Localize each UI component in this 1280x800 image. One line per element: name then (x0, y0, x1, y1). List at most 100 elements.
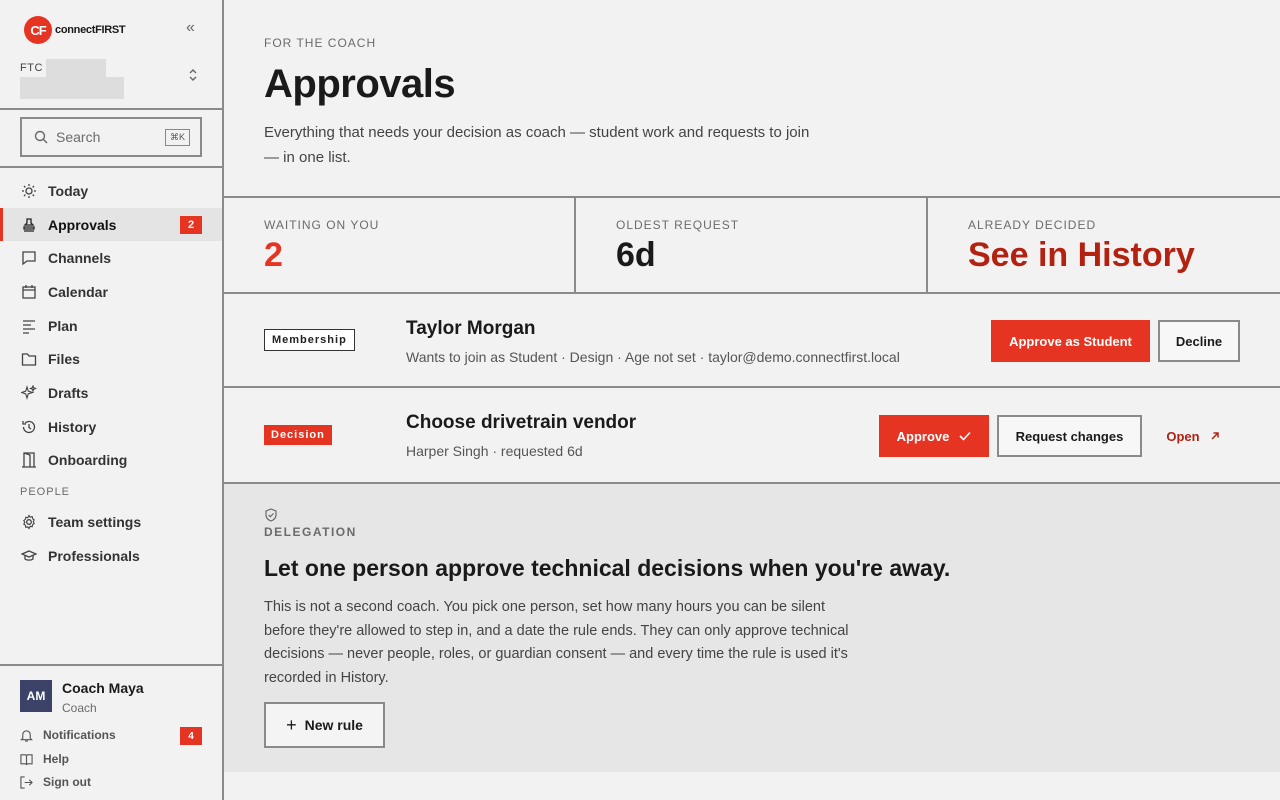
stat-decided[interactable]: ALREADY DECIDED See in History (928, 198, 1280, 292)
stat-oldest: OLDEST REQUEST 6d (576, 198, 926, 292)
open-link[interactable]: Open (1158, 415, 1228, 457)
membership-tag: Membership (264, 329, 355, 351)
sidebar-divider (0, 664, 222, 666)
request-title: Taylor Morgan (406, 318, 536, 339)
sidebar-item-onboarding[interactable]: Onboarding (0, 444, 222, 478)
avatar: AM (20, 680, 52, 712)
history-icon (20, 418, 38, 436)
request-subtitle: Harper Singh · requested 6d (406, 443, 583, 459)
approvals-count-badge: 2 (180, 215, 202, 234)
sidebar-item-drafts[interactable]: Drafts (0, 376, 222, 410)
sidebar-nav: Today Approvals 2 Channels Calendar Plan… (0, 174, 222, 573)
sidebar-item-plan[interactable]: Plan (0, 309, 222, 343)
sign-out-label: Sign out (43, 775, 91, 789)
request-title: Choose drivetrain vendor (406, 412, 637, 433)
stat-value: 2 (264, 236, 283, 274)
stat-label: ALREADY DECIDED (968, 218, 1097, 232)
page-eyebrow: FOR THE COACH (264, 36, 377, 50)
list-icon (20, 317, 38, 335)
sidebar-item-label: Approvals (48, 216, 117, 233)
folder-icon (20, 350, 38, 368)
delegation-description: This is not a second coach. You pick one… (264, 599, 849, 686)
sidebar-divider (0, 166, 222, 168)
approve-button[interactable]: Approve (879, 415, 989, 457)
open-label: Open (1166, 428, 1200, 444)
sidebar-item-label: Team settings (48, 514, 142, 531)
stat-value: 6d (616, 236, 656, 274)
help-label: Help (43, 752, 70, 766)
approval-row-membership: Membership Taylor Morgan Wants to join a… (224, 294, 1280, 387)
delegation-label: DELEGATION (264, 525, 357, 539)
plus-icon: + (286, 715, 297, 735)
new-rule-label: New rule (304, 717, 363, 733)
sidebar-item-approvals[interactable]: Approvals 2 (0, 207, 222, 242)
sidebar-item-channels[interactable]: Channels (0, 241, 222, 275)
stat-label: OLDEST REQUEST (616, 218, 740, 232)
team-code: FTC (20, 62, 43, 74)
sidebar-item-professionals[interactable]: Professionals (0, 539, 222, 573)
stat-label: WAITING ON YOU (264, 218, 380, 232)
sidebar: CF connectFIRST « FTC Search ⌘K Today Ap… (0, 0, 224, 800)
approve-as-student-button[interactable]: Approve as Student (991, 320, 1150, 362)
logo-mark: CF (24, 16, 52, 44)
decline-button[interactable]: Decline (1158, 320, 1240, 362)
stamp-icon (20, 216, 38, 234)
sidebar-item-history[interactable]: History (0, 410, 222, 444)
page-description: Everything that needs your decision as c… (264, 124, 810, 166)
request-subtitle: Wants to join as Student · Design · Age … (406, 349, 900, 365)
search-shortcut: ⌘K (164, 128, 190, 146)
sidebar-item-label: Today (48, 182, 89, 199)
team-number-redacted (46, 59, 106, 77)
sidebar-item-label: Channels (48, 250, 112, 267)
new-rule-button[interactable]: + New rule (264, 702, 385, 748)
arrow-up-right-icon (1210, 431, 1220, 441)
user-role: Coach (62, 701, 97, 715)
help-link[interactable]: Help (20, 752, 69, 766)
approve-label: Approve (896, 428, 950, 444)
chat-icon (20, 249, 38, 267)
page-title: Approvals (264, 62, 456, 106)
brand-logo[interactable]: CF connectFIRST (24, 16, 126, 44)
notifications-badge: 4 (180, 727, 202, 745)
search-icon (34, 130, 48, 144)
team-name-redacted (20, 77, 124, 99)
people-section-label: PEOPLE (20, 486, 71, 499)
sidebar-item-label: Professionals (48, 547, 140, 564)
door-icon (20, 451, 38, 469)
sidebar-item-files[interactable]: Files (0, 342, 222, 376)
calendar-icon (20, 283, 38, 301)
see-in-history-link[interactable]: See in History (968, 236, 1195, 275)
team-switcher[interactable]: FTC (20, 58, 204, 100)
sidebar-item-team-settings[interactable]: Team settings (0, 505, 222, 539)
search-placeholder: Search (56, 129, 101, 145)
sign-out-link[interactable]: Sign out (20, 775, 91, 789)
sidebar-item-label: Plan (48, 317, 78, 334)
sparkle-icon (20, 384, 38, 402)
check-icon (959, 431, 971, 441)
sidebar-item-label: Onboarding (48, 452, 128, 469)
collapse-sidebar-icon[interactable]: « (186, 19, 195, 37)
decision-tag: Decision (264, 425, 332, 445)
gear-icon (20, 513, 38, 531)
approval-row-decision: Decision Choose drivetrain vendor Harper… (224, 388, 1280, 481)
search-input[interactable]: Search ⌘K (20, 117, 202, 157)
user-profile[interactable]: AM Coach Maya Coach (20, 680, 210, 716)
main-content: FOR THE COACH Approvals Everything that … (224, 0, 1280, 800)
notifications-link[interactable]: Notifications (20, 728, 116, 742)
sidebar-item-label: Drafts (48, 384, 89, 401)
sidebar-item-label: History (48, 418, 97, 435)
graduation-cap-icon (20, 547, 38, 565)
delegation-panel: DELEGATION Let one person approve techni… (224, 484, 1280, 772)
notifications-label: Notifications (43, 728, 116, 742)
sign-out-icon (20, 775, 34, 789)
request-changes-button[interactable]: Request changes (997, 415, 1142, 457)
sidebar-item-today[interactable]: Today (0, 174, 222, 208)
sidebar-item-calendar[interactable]: Calendar (0, 275, 222, 309)
delegation-title: Let one person approve technical decisio… (264, 555, 951, 581)
sidebar-item-label: Calendar (48, 283, 108, 300)
sidebar-divider (0, 108, 222, 110)
user-name: Coach Maya (62, 680, 144, 696)
stat-waiting: WAITING ON YOU 2 (224, 198, 574, 292)
bell-icon (20, 729, 34, 742)
sun-icon (20, 182, 38, 200)
